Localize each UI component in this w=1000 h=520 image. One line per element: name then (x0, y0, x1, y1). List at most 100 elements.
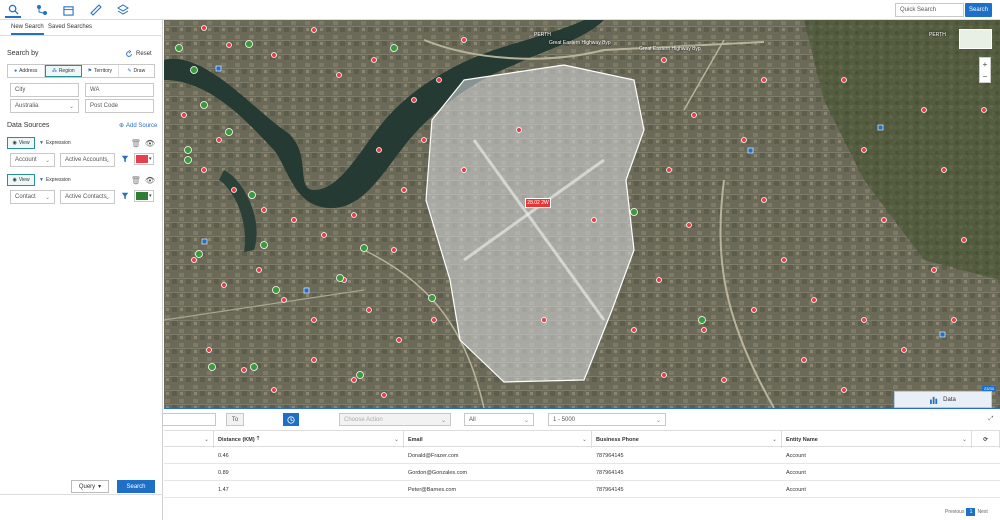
map-view[interactable]: PERTH PERTH Great Eastern Highway Byp Gr… (164, 20, 1000, 408)
source-tools: 🗑 👁 (131, 176, 155, 185)
entity-cell: Account (786, 469, 806, 476)
entity-value: Contact (15, 194, 36, 200)
caret-down-icon: ▾ (149, 156, 152, 162)
map-label-highway-2: Great Eastern Highway Byp (639, 46, 701, 52)
zoom-in-button[interactable]: + (983, 60, 988, 69)
previous-page-button[interactable]: Previous (945, 509, 964, 515)
chevron-down-icon: ⌄ (104, 158, 110, 164)
view-value: Active Contacts (65, 194, 107, 200)
chevron-down-icon: ⌄ (961, 437, 967, 443)
column-header-distance[interactable]: Distance (KM) 🡑 ⌄ (214, 431, 404, 448)
city-field[interactable]: City (10, 83, 79, 97)
trash-icon[interactable]: 🗑 (131, 139, 141, 148)
pin-icon: ● (14, 68, 18, 74)
reset-icon (126, 50, 132, 57)
search-mode-icon[interactable] (5, 2, 21, 18)
color-picker[interactable]: ▾ (134, 153, 154, 165)
chevron-down-icon: ⌄ (203, 437, 209, 443)
plus-circle-icon: ⊕ (119, 123, 125, 129)
tab-new-search[interactable]: New Search (11, 24, 44, 35)
range-select[interactable]: 1 - 5000 ⌄ (548, 413, 666, 426)
view-label: View (18, 140, 30, 146)
reset-label: Reset (136, 51, 152, 57)
column-header-blank[interactable]: ⌄ (164, 431, 214, 448)
mode-draw[interactable]: ✎ Draw (119, 65, 155, 77)
entity-cell: Account (786, 452, 806, 459)
region-value-badge[interactable]: 28.02 2W (525, 198, 551, 208)
eye-visibility-icon[interactable]: 👁 (145, 176, 155, 185)
ruler-icon[interactable] (88, 2, 104, 18)
mode-region[interactable]: ⁂ Region (44, 65, 82, 77)
chevron-down-icon: ⌄ (523, 418, 529, 424)
tab-saved-searches[interactable]: Saved Searches (48, 24, 92, 30)
eye-visibility-icon[interactable]: 👁 (145, 139, 155, 148)
route-action-button[interactable] (283, 413, 299, 426)
query-button[interactable]: Query ▾ (71, 480, 109, 493)
source-tools: 🗑 👁 (131, 139, 155, 148)
color-swatch-green (136, 192, 148, 200)
search-button[interactable]: Search (117, 480, 155, 493)
view-toggle-button[interactable]: ◉ View (7, 174, 35, 186)
choose-action-select[interactable]: Choose Action ⌄ (339, 413, 451, 426)
mode-address[interactable]: ● Address (8, 65, 45, 77)
mode-territory-label: Territory (93, 68, 113, 74)
phone-cell: 787964145 (596, 486, 624, 493)
funnel-icon[interactable] (120, 153, 130, 165)
view-value: Active Accounts (65, 157, 108, 163)
data-sources-title: Data Sources (7, 122, 50, 129)
data-panel-toggle[interactable]: Data (894, 391, 992, 408)
view-select[interactable]: Active Contacts ⌄ (60, 190, 115, 204)
table-row[interactable]: 1.47 Peter@Barnes.com 787964145 Account (164, 481, 1000, 498)
zoom-out-button[interactable]: − (983, 72, 988, 81)
minimap-thumbnail[interactable] (959, 29, 992, 49)
mode-territory[interactable]: ⚑ Territory (82, 65, 119, 77)
column-header-phone[interactable]: Business Phone ⌄ (592, 431, 782, 448)
eye-icon: ◉ (12, 140, 17, 146)
expression-label: Expression (45, 140, 71, 146)
chevron-down-icon: ⌄ (581, 437, 587, 443)
clock-icon (287, 415, 295, 424)
expand-icon[interactable]: ⤢ (986, 413, 996, 426)
view-label: View (18, 177, 30, 183)
funnel-icon[interactable] (120, 190, 130, 202)
state-field[interactable]: WA (85, 83, 154, 97)
table-row[interactable]: 0.89 Gordon@Gonzales.com 787964145 Accou… (164, 464, 1000, 481)
phone-cell: 787964145 (596, 452, 624, 459)
next-page-button[interactable]: Next (977, 509, 987, 515)
from-input[interactable] (162, 413, 216, 426)
add-source-label: Add Source (126, 122, 158, 129)
column-header-email[interactable]: Email ⌄ (404, 431, 592, 448)
entity-cell: Account (786, 486, 806, 493)
grid-header: ⌄ Distance (KM) 🡑 ⌄ Email ⌄ Business Pho… (164, 430, 1000, 448)
country-select[interactable]: Australia ⌄ (10, 99, 79, 113)
reset-button[interactable]: Reset (125, 50, 152, 58)
add-source-button[interactable]: ⊕ Add Source (119, 122, 158, 130)
table-row[interactable]: 0.46 Donald@Frazer.com 787964145 Account (164, 447, 1000, 464)
eye-icon: ◉ (12, 177, 17, 183)
range-value: 1 - 5000 (553, 417, 576, 423)
zoom-control: + − (979, 57, 991, 83)
refresh-icon[interactable]: ⟳ (972, 431, 1000, 448)
postcode-field[interactable]: Post Code (85, 99, 154, 113)
expression-button[interactable]: ▼ Expression (39, 140, 71, 146)
view-select[interactable]: Active Accounts ⌄ (60, 153, 115, 167)
filter-value: All (469, 417, 476, 423)
entity-select[interactable]: Contact ⌄ (10, 190, 55, 204)
email-cell: Gordon@Gonzales.com (408, 469, 468, 476)
entity-select[interactable]: Account ⌄ (10, 153, 55, 167)
column-header-entity[interactable]: Entity Name ⌄ (782, 431, 972, 448)
trash-icon[interactable]: 🗑 (131, 176, 141, 185)
to-button[interactable]: To (226, 413, 244, 426)
route-icon[interactable] (34, 2, 50, 18)
quick-search-input[interactable]: Quick Search (895, 3, 964, 17)
view-toggle-button[interactable]: ◉ View (7, 137, 35, 149)
data-label: Data (943, 396, 956, 403)
calendar-icon[interactable] (60, 2, 76, 18)
quick-search-button[interactable]: Search (965, 3, 992, 17)
expression-button[interactable]: ▼ Expression (39, 177, 71, 183)
current-page[interactable]: 1 (966, 508, 976, 516)
filter-select[interactable]: All ⌄ (464, 413, 534, 426)
color-picker[interactable]: ▾ (134, 190, 154, 202)
entity-value: Account (15, 157, 37, 163)
layers-icon[interactable] (115, 2, 131, 18)
